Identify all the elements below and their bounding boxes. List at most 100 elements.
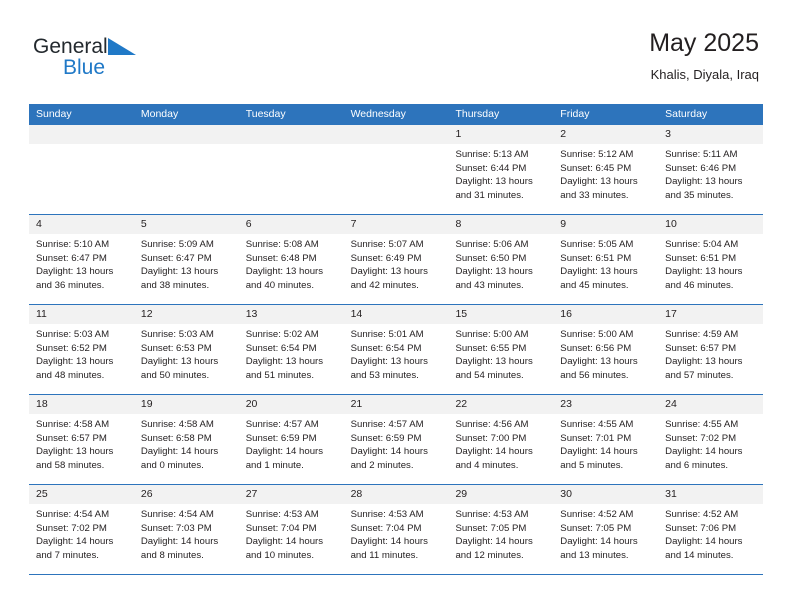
day-cell[interactable]: 4 Sunrise: 5:10 AM Sunset: 6:47 PM Dayli… <box>29 215 134 304</box>
day-cell[interactable]: 30 Sunrise: 4:52 AM Sunset: 7:05 PM Dayl… <box>553 485 659 574</box>
sunrise-text: Sunrise: 5:13 AM <box>455 149 529 160</box>
day-cell[interactable]: 8 Sunrise: 5:06 AM Sunset: 6:50 PM Dayli… <box>448 215 554 304</box>
day-cell[interactable] <box>238 125 344 214</box>
daylight-text-line2: and 7 minutes. <box>36 549 99 561</box>
sunrise-text: Sunrise: 5:10 AM <box>36 239 110 250</box>
day-cell[interactable] <box>29 125 134 214</box>
day-cell[interactable]: 10 Sunrise: 5:04 AM Sunset: 6:51 PM Dayl… <box>658 215 764 304</box>
day-details: Sunrise: 5:07 AM Sunset: 6:49 PM Dayligh… <box>344 234 449 292</box>
calendar-page: General Blue May 2025 Khalis, Diyala, Ir… <box>0 0 792 612</box>
daylight-text-line2: and 42 minutes. <box>350 279 419 291</box>
daylight-text-line1: Daylight: 13 hours <box>665 176 743 188</box>
day-details: Sunrise: 4:53 AM Sunset: 7:04 PM Dayligh… <box>344 504 449 562</box>
weekday-header-thursday: Thursday <box>455 108 500 120</box>
day-cell[interactable]: 11 Sunrise: 5:03 AM Sunset: 6:52 PM Dayl… <box>29 305 134 394</box>
sunset-text: Sunset: 6:51 PM <box>560 252 632 264</box>
day-cell[interactable]: 29 Sunrise: 4:53 AM Sunset: 7:05 PM Dayl… <box>448 485 554 574</box>
day-cell[interactable]: 7 Sunrise: 5:07 AM Sunset: 6:49 PM Dayli… <box>343 215 449 304</box>
day-cell[interactable]: 25 Sunrise: 4:54 AM Sunset: 7:02 PM Dayl… <box>29 485 134 574</box>
daylight-text-line1: Daylight: 13 hours <box>350 266 428 278</box>
day-cell[interactable]: 18 Sunrise: 4:58 AM Sunset: 6:57 PM Dayl… <box>29 395 134 484</box>
sunset-text: Sunset: 6:54 PM <box>350 342 422 354</box>
day-cell[interactable]: 22 Sunrise: 4:56 AM Sunset: 7:00 PM Dayl… <box>448 395 554 484</box>
daylight-text-line2: and 46 minutes. <box>665 279 734 291</box>
title-block: May 2025 Khalis, Diyala, Iraq <box>649 28 759 84</box>
sunrise-text: Sunrise: 5:03 AM <box>140 329 214 340</box>
day-cell[interactable]: 13 Sunrise: 5:02 AM Sunset: 6:54 PM Dayl… <box>238 305 344 394</box>
sunset-text: Sunset: 7:05 PM <box>560 522 632 534</box>
day-cell[interactable]: 14 Sunrise: 5:01 AM Sunset: 6:54 PM Dayl… <box>343 305 449 394</box>
day-cell[interactable]: 24 Sunrise: 4:55 AM Sunset: 7:02 PM Dayl… <box>658 395 764 484</box>
daylight-text-line1: Daylight: 14 hours <box>455 536 533 548</box>
day-cell[interactable]: 31 Sunrise: 4:52 AM Sunset: 7:06 PM Dayl… <box>658 485 764 574</box>
weekday-header-wednesday: Wednesday <box>350 108 406 120</box>
daylight-text-line2: and 10 minutes. <box>245 549 314 561</box>
day-cell[interactable]: 12 Sunrise: 5:03 AM Sunset: 6:53 PM Dayl… <box>133 305 239 394</box>
day-cell[interactable]: 2 Sunrise: 5:12 AM Sunset: 6:45 PM Dayli… <box>553 125 659 214</box>
calendar-week-row: 1 Sunrise: 5:13 AM Sunset: 6:44 PM Dayli… <box>29 125 764 215</box>
day-cell[interactable]: 27 Sunrise: 4:53 AM Sunset: 7:04 PM Dayl… <box>238 485 344 574</box>
day-cell[interactable]: 23 Sunrise: 4:55 AM Sunset: 7:01 PM Dayl… <box>553 395 659 484</box>
daylight-text-line1: Daylight: 13 hours <box>560 176 638 188</box>
daylight-text-line1: Daylight: 13 hours <box>665 266 743 278</box>
sunset-text: Sunset: 6:46 PM <box>665 162 737 174</box>
sunset-text: Sunset: 6:54 PM <box>245 342 317 354</box>
day-details: Sunrise: 4:54 AM Sunset: 7:03 PM Dayligh… <box>134 504 239 562</box>
sunset-text: Sunset: 6:58 PM <box>140 432 212 444</box>
day-cell[interactable]: 1 Sunrise: 5:13 AM Sunset: 6:44 PM Dayli… <box>448 125 554 214</box>
day-number: 12 <box>133 305 239 324</box>
daylight-text-line2: and 54 minutes. <box>455 369 524 381</box>
day-number: 15 <box>448 305 554 324</box>
day-number: 7 <box>343 215 449 234</box>
day-cell[interactable]: 20 Sunrise: 4:57 AM Sunset: 6:59 PM Dayl… <box>238 395 344 484</box>
daylight-text-line2: and 36 minutes. <box>36 279 105 291</box>
daylight-text-line2: and 11 minutes. <box>350 549 419 561</box>
sunset-text: Sunset: 6:47 PM <box>140 252 212 264</box>
day-number: 22 <box>448 395 554 414</box>
day-cell[interactable] <box>343 125 449 214</box>
daylight-text-line2: and 5 minutes. <box>560 459 624 471</box>
day-details: Sunrise: 4:52 AM Sunset: 7:05 PM Dayligh… <box>553 504 658 562</box>
weekday-header-monday: Monday <box>140 108 179 120</box>
general-blue-logo[interactable]: General Blue <box>33 36 253 88</box>
day-details: Sunrise: 5:04 AM Sunset: 6:51 PM Dayligh… <box>658 234 763 292</box>
day-cell[interactable]: 6 Sunrise: 5:08 AM Sunset: 6:48 PM Dayli… <box>238 215 344 304</box>
day-number: 20 <box>238 395 344 414</box>
sunset-text: Sunset: 6:59 PM <box>350 432 422 444</box>
day-details: Sunrise: 4:54 AM Sunset: 7:02 PM Dayligh… <box>29 504 134 562</box>
daylight-text-line2: and 35 minutes. <box>665 189 734 201</box>
daylight-text-line2: and 2 minutes. <box>350 459 414 471</box>
daylight-text-line1: Daylight: 14 hours <box>455 446 533 458</box>
day-details: Sunrise: 5:00 AM Sunset: 6:56 PM Dayligh… <box>553 324 658 382</box>
day-cell[interactable]: 19 Sunrise: 4:58 AM Sunset: 6:58 PM Dayl… <box>133 395 239 484</box>
day-details <box>29 144 134 148</box>
daylight-text-line1: Daylight: 13 hours <box>455 176 533 188</box>
daylight-text-line1: Daylight: 14 hours <box>560 446 638 458</box>
day-cell[interactable]: 3 Sunrise: 5:11 AM Sunset: 6:46 PM Dayli… <box>658 125 764 214</box>
day-cell[interactable]: 17 Sunrise: 4:59 AM Sunset: 6:57 PM Dayl… <box>658 305 764 394</box>
sunrise-text: Sunrise: 5:04 AM <box>665 239 739 250</box>
daylight-text-line2: and 48 minutes. <box>36 369 105 381</box>
day-cell[interactable]: 5 Sunrise: 5:09 AM Sunset: 6:47 PM Dayli… <box>133 215 239 304</box>
day-cell[interactable] <box>133 125 239 214</box>
sunset-text: Sunset: 6:57 PM <box>36 432 107 444</box>
sunrise-text: Sunrise: 5:07 AM <box>350 239 424 250</box>
day-details: Sunrise: 5:00 AM Sunset: 6:55 PM Dayligh… <box>448 324 553 382</box>
day-number: 11 <box>29 305 134 324</box>
day-cell[interactable]: 28 Sunrise: 4:53 AM Sunset: 7:04 PM Dayl… <box>343 485 449 574</box>
day-details: Sunrise: 5:11 AM Sunset: 6:46 PM Dayligh… <box>658 144 763 202</box>
sunrise-text: Sunrise: 5:02 AM <box>245 329 319 340</box>
sunrise-text: Sunrise: 5:11 AM <box>665 149 738 160</box>
day-number: 4 <box>29 215 134 234</box>
day-number <box>133 125 239 144</box>
daylight-text-line1: Daylight: 13 hours <box>36 356 114 368</box>
day-cell[interactable]: 26 Sunrise: 4:54 AM Sunset: 7:03 PM Dayl… <box>133 485 239 574</box>
calendar-grid: Sunday Monday Tuesday Wednesday Thursday… <box>29 104 764 575</box>
day-number: 23 <box>553 395 659 414</box>
day-cell[interactable]: 9 Sunrise: 5:05 AM Sunset: 6:51 PM Dayli… <box>553 215 659 304</box>
day-number: 29 <box>448 485 554 504</box>
daylight-text-line1: Daylight: 13 hours <box>140 356 219 368</box>
day-cell[interactable]: 15 Sunrise: 5:00 AM Sunset: 6:55 PM Dayl… <box>448 305 554 394</box>
day-cell[interactable]: 21 Sunrise: 4:57 AM Sunset: 6:59 PM Dayl… <box>343 395 449 484</box>
day-cell[interactable]: 16 Sunrise: 5:00 AM Sunset: 6:56 PM Dayl… <box>553 305 659 394</box>
